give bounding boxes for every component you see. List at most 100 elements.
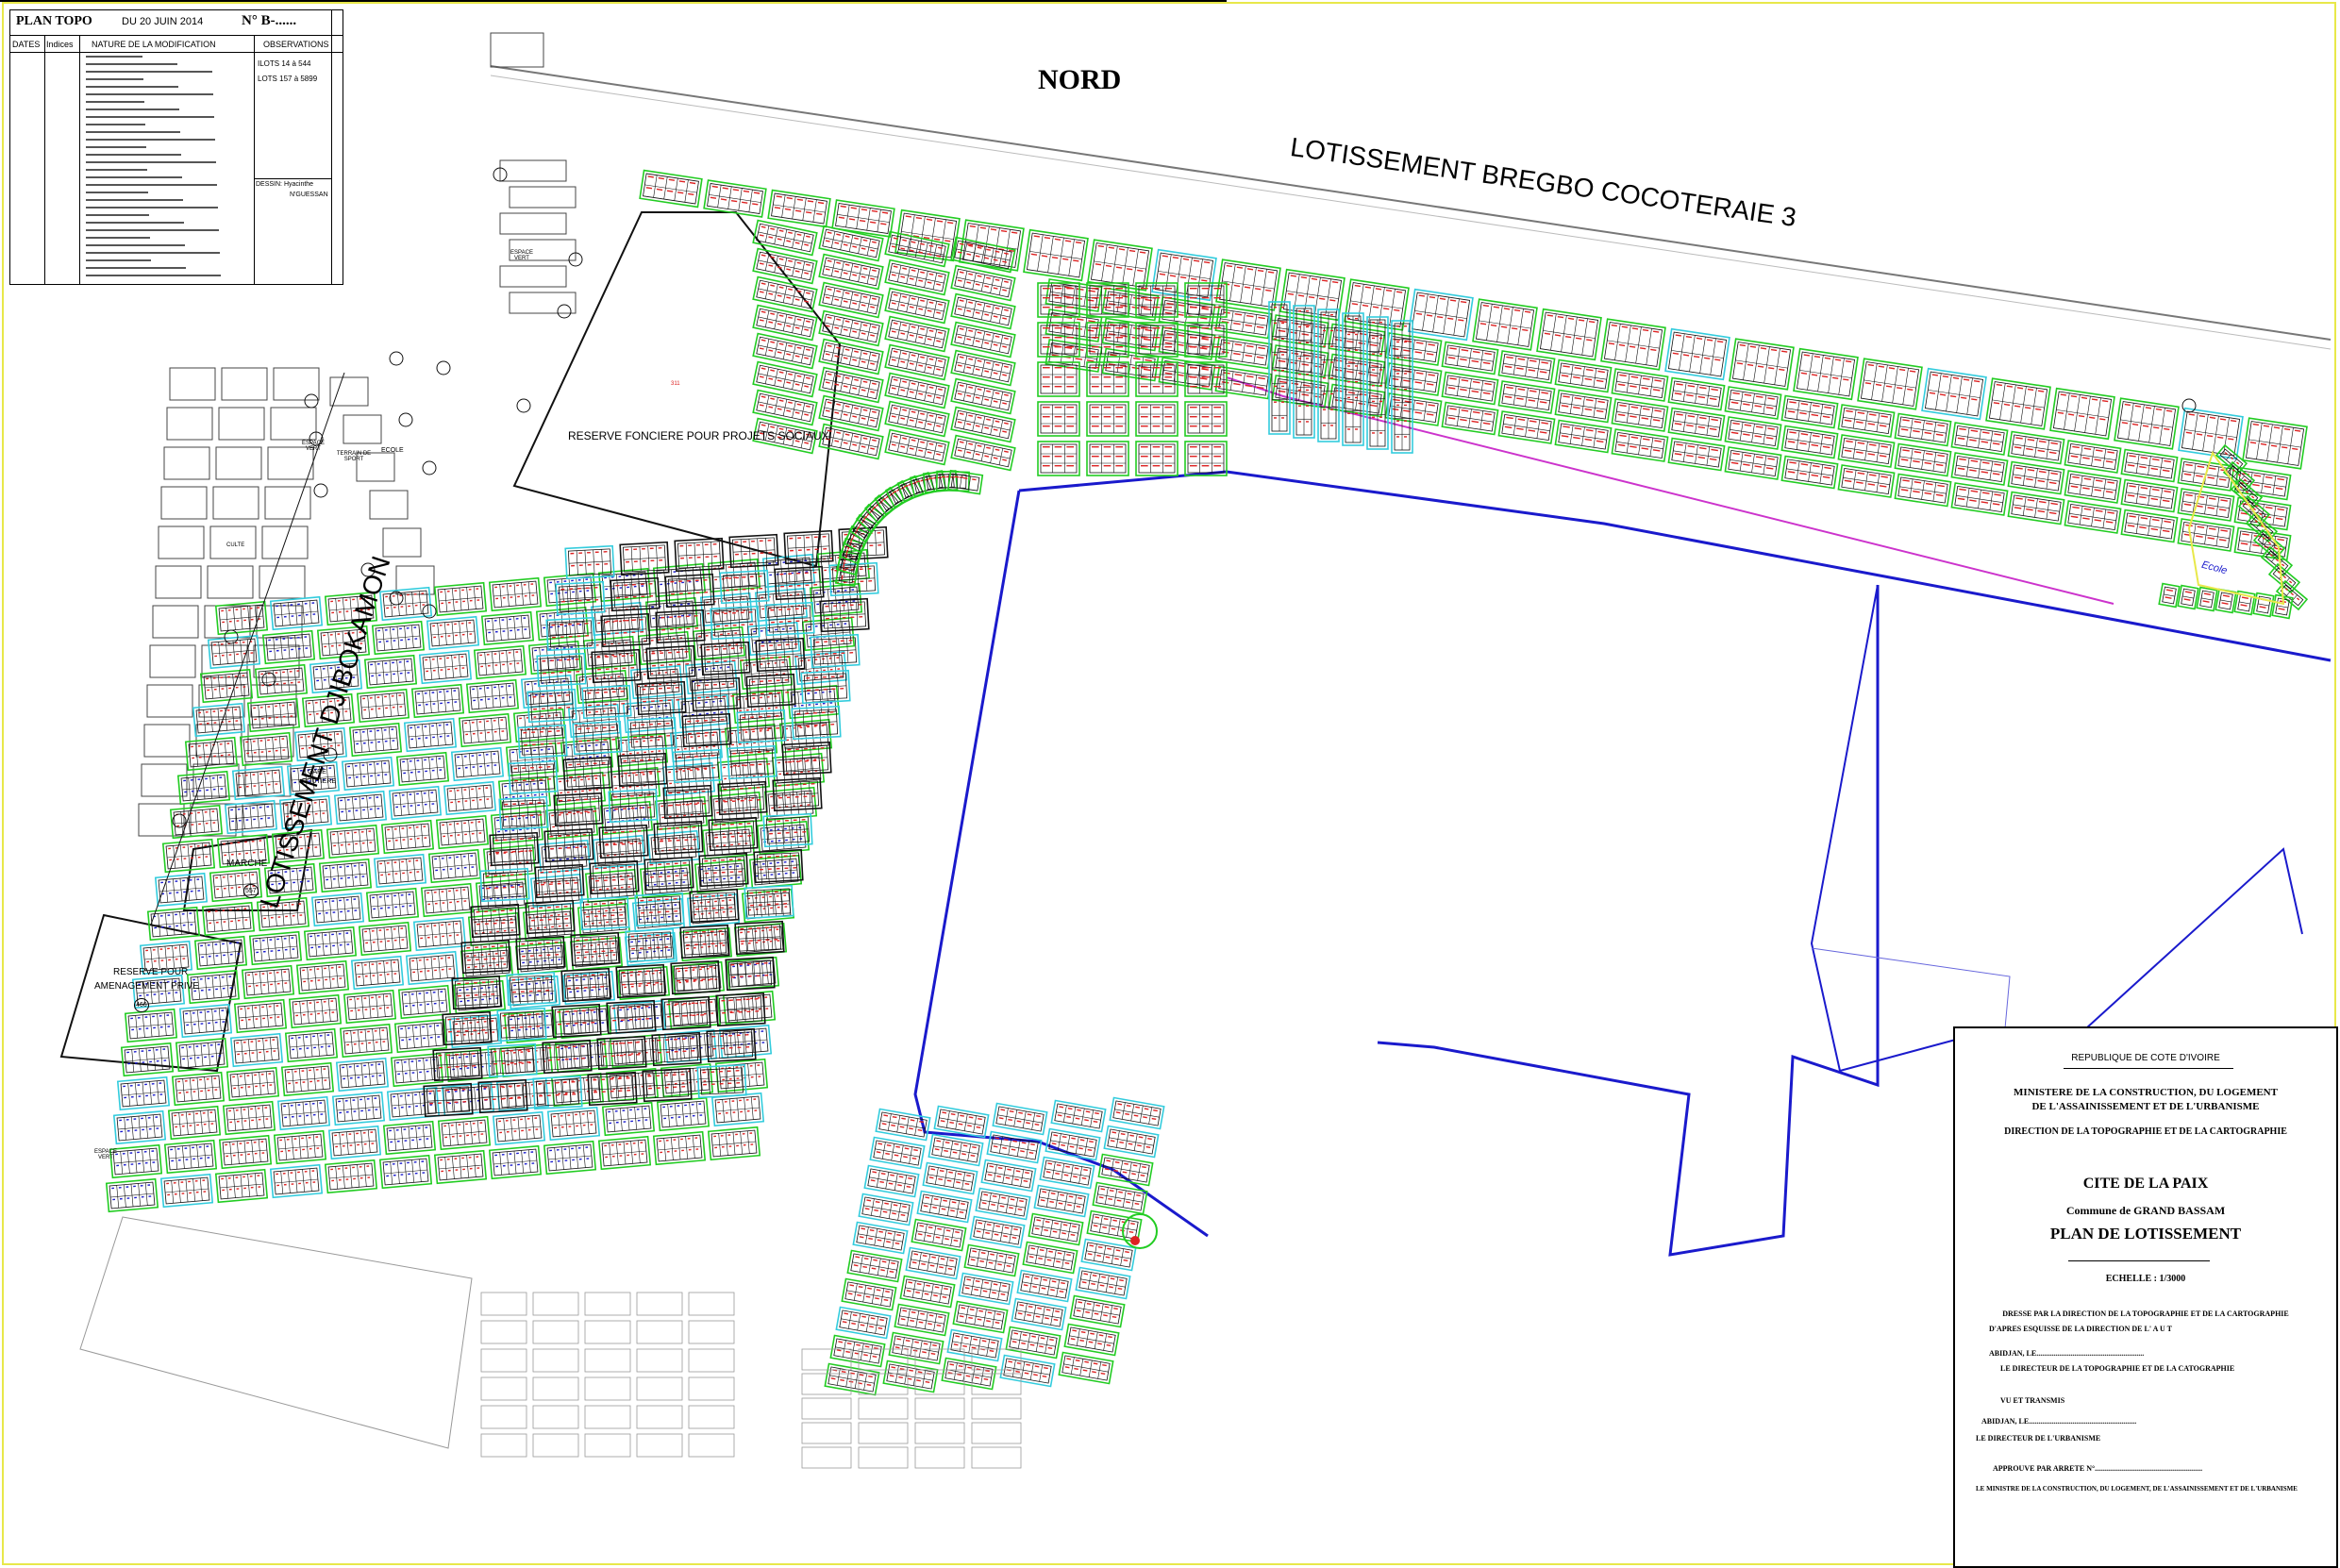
lot-number-mark: [1164, 407, 1172, 409]
lot-number-mark: [852, 245, 858, 248]
lot-number-mark: [752, 663, 756, 666]
lot-number-mark: [2208, 527, 2216, 530]
lot-number-mark: [376, 729, 379, 732]
parcel-group: [1317, 309, 1340, 442]
lot-number-mark: [843, 413, 848, 416]
lot-number-mark: [333, 844, 337, 847]
lot-number-mark: [282, 715, 286, 718]
lot-number-mark: [1687, 385, 1696, 388]
lot-number-mark: [487, 664, 491, 667]
lot-number-mark: [767, 707, 771, 709]
lot-number-mark: [1682, 354, 1690, 357]
lot-number-mark: [1139, 251, 1146, 254]
lot-number-mark: [1372, 322, 1375, 324]
lot-number-mark: [900, 417, 906, 420]
lot-number-mark: [1879, 485, 1887, 488]
lot-number-mark: [1043, 456, 1050, 458]
lot-number-mark: [1379, 337, 1382, 340]
lot-number-mark: [385, 640, 389, 642]
lot-number-mark: [1755, 425, 1763, 428]
lot-number-mark: [1969, 499, 1977, 502]
lot-number-mark: [1330, 392, 1333, 395]
lot-number-mark: [977, 444, 982, 447]
lot-number-mark: [2242, 533, 2249, 536]
lot-number-mark: [1141, 288, 1148, 290]
lot-number-mark: [1736, 362, 1744, 365]
lot-number-mark: [216, 888, 220, 891]
lot-number-mark: [431, 803, 435, 805]
lot-number-mark: [376, 796, 379, 798]
parcel-block: [143, 724, 191, 758]
lot-number-mark: [486, 720, 489, 723]
lot-number-mark: [720, 711, 724, 713]
lot-number-mark: [552, 826, 556, 828]
lot-number-mark: [384, 695, 387, 698]
lot-number-mark: [1115, 346, 1123, 348]
lot-number-mark: [337, 599, 341, 602]
lot-number-mark: [588, 789, 592, 792]
lot-number-mark: [417, 804, 420, 807]
lot-number-mark: [909, 419, 914, 422]
lot-number-mark: [1103, 307, 1112, 309]
lot-number-mark: [1145, 359, 1152, 362]
lot-number-mark: [920, 299, 925, 302]
lot-number-mark: [205, 777, 208, 780]
lot-number-mark: [607, 821, 610, 824]
lot-number-mark: [199, 723, 203, 726]
lot-number-mark: [2083, 508, 2092, 511]
lot-number-mark: [403, 772, 407, 775]
lot-number-mark: [1002, 260, 1008, 263]
lot-number-mark: [500, 685, 504, 688]
lot-number-mark: [1994, 433, 2001, 436]
lot-number-mark: [712, 711, 716, 714]
lot-number-mark: [331, 866, 335, 869]
lot-number-mark: [681, 581, 684, 584]
lot-number-mark: [969, 225, 977, 228]
lot-number-mark: [2273, 426, 2281, 429]
lot-number-mark: [251, 874, 255, 876]
lot-number-mark: [1743, 433, 1750, 436]
lot-number-mark: [283, 682, 286, 685]
lot-number-mark: [220, 788, 224, 790]
lot-number-mark: [1471, 420, 1479, 424]
lot-number-mark: [1770, 348, 1778, 352]
lot-number-mark: [1811, 374, 1818, 376]
lot-number-mark: [936, 220, 944, 223]
lot-number-mark: [457, 867, 460, 870]
lot-number-mark: [262, 906, 265, 909]
lot-number-mark: [834, 242, 840, 244]
lot-number-mark: [909, 447, 914, 450]
lot-number-mark: [1199, 377, 1208, 380]
lot-number-mark: [406, 626, 410, 629]
parcel-group: [2120, 478, 2179, 513]
lot-number-mark: [975, 255, 980, 258]
lot-number-mark: [2015, 437, 2023, 440]
lot-number-mark: [2003, 403, 2011, 407]
lot-number-mark: [993, 287, 998, 290]
lot-number-mark: [2217, 436, 2224, 439]
lot-number-mark: [843, 243, 848, 246]
lot-number-mark: [1490, 324, 1497, 327]
lot-number-mark: [1004, 422, 1009, 425]
lot-number-mark: [450, 801, 454, 804]
lot-number-mark: [1391, 408, 1399, 411]
lot-number-mark: [778, 258, 784, 260]
lot-number-mark: [1004, 450, 1009, 453]
lot-number-mark: [252, 851, 256, 854]
lot-number-mark: [827, 316, 832, 319]
lot-number-mark: [986, 361, 991, 364]
lot-number-mark: [517, 595, 520, 598]
lot-number-mark: [408, 859, 411, 862]
lot-number-mark: [1970, 490, 1979, 493]
lot-number-mark: [788, 259, 793, 262]
lot-number-mark: [850, 207, 857, 209]
lot-number-mark: [1822, 415, 1830, 419]
lot-number-mark: [1234, 374, 1243, 376]
lot-number-mark: [1355, 349, 1358, 351]
lot-number-mark: [1844, 449, 1852, 453]
lot-number-mark: [968, 414, 974, 417]
lot-number-mark: [2078, 414, 2085, 418]
lot-number-mark: [1330, 314, 1333, 316]
lot-number-mark: [290, 715, 293, 717]
parcel-group: [169, 804, 224, 840]
